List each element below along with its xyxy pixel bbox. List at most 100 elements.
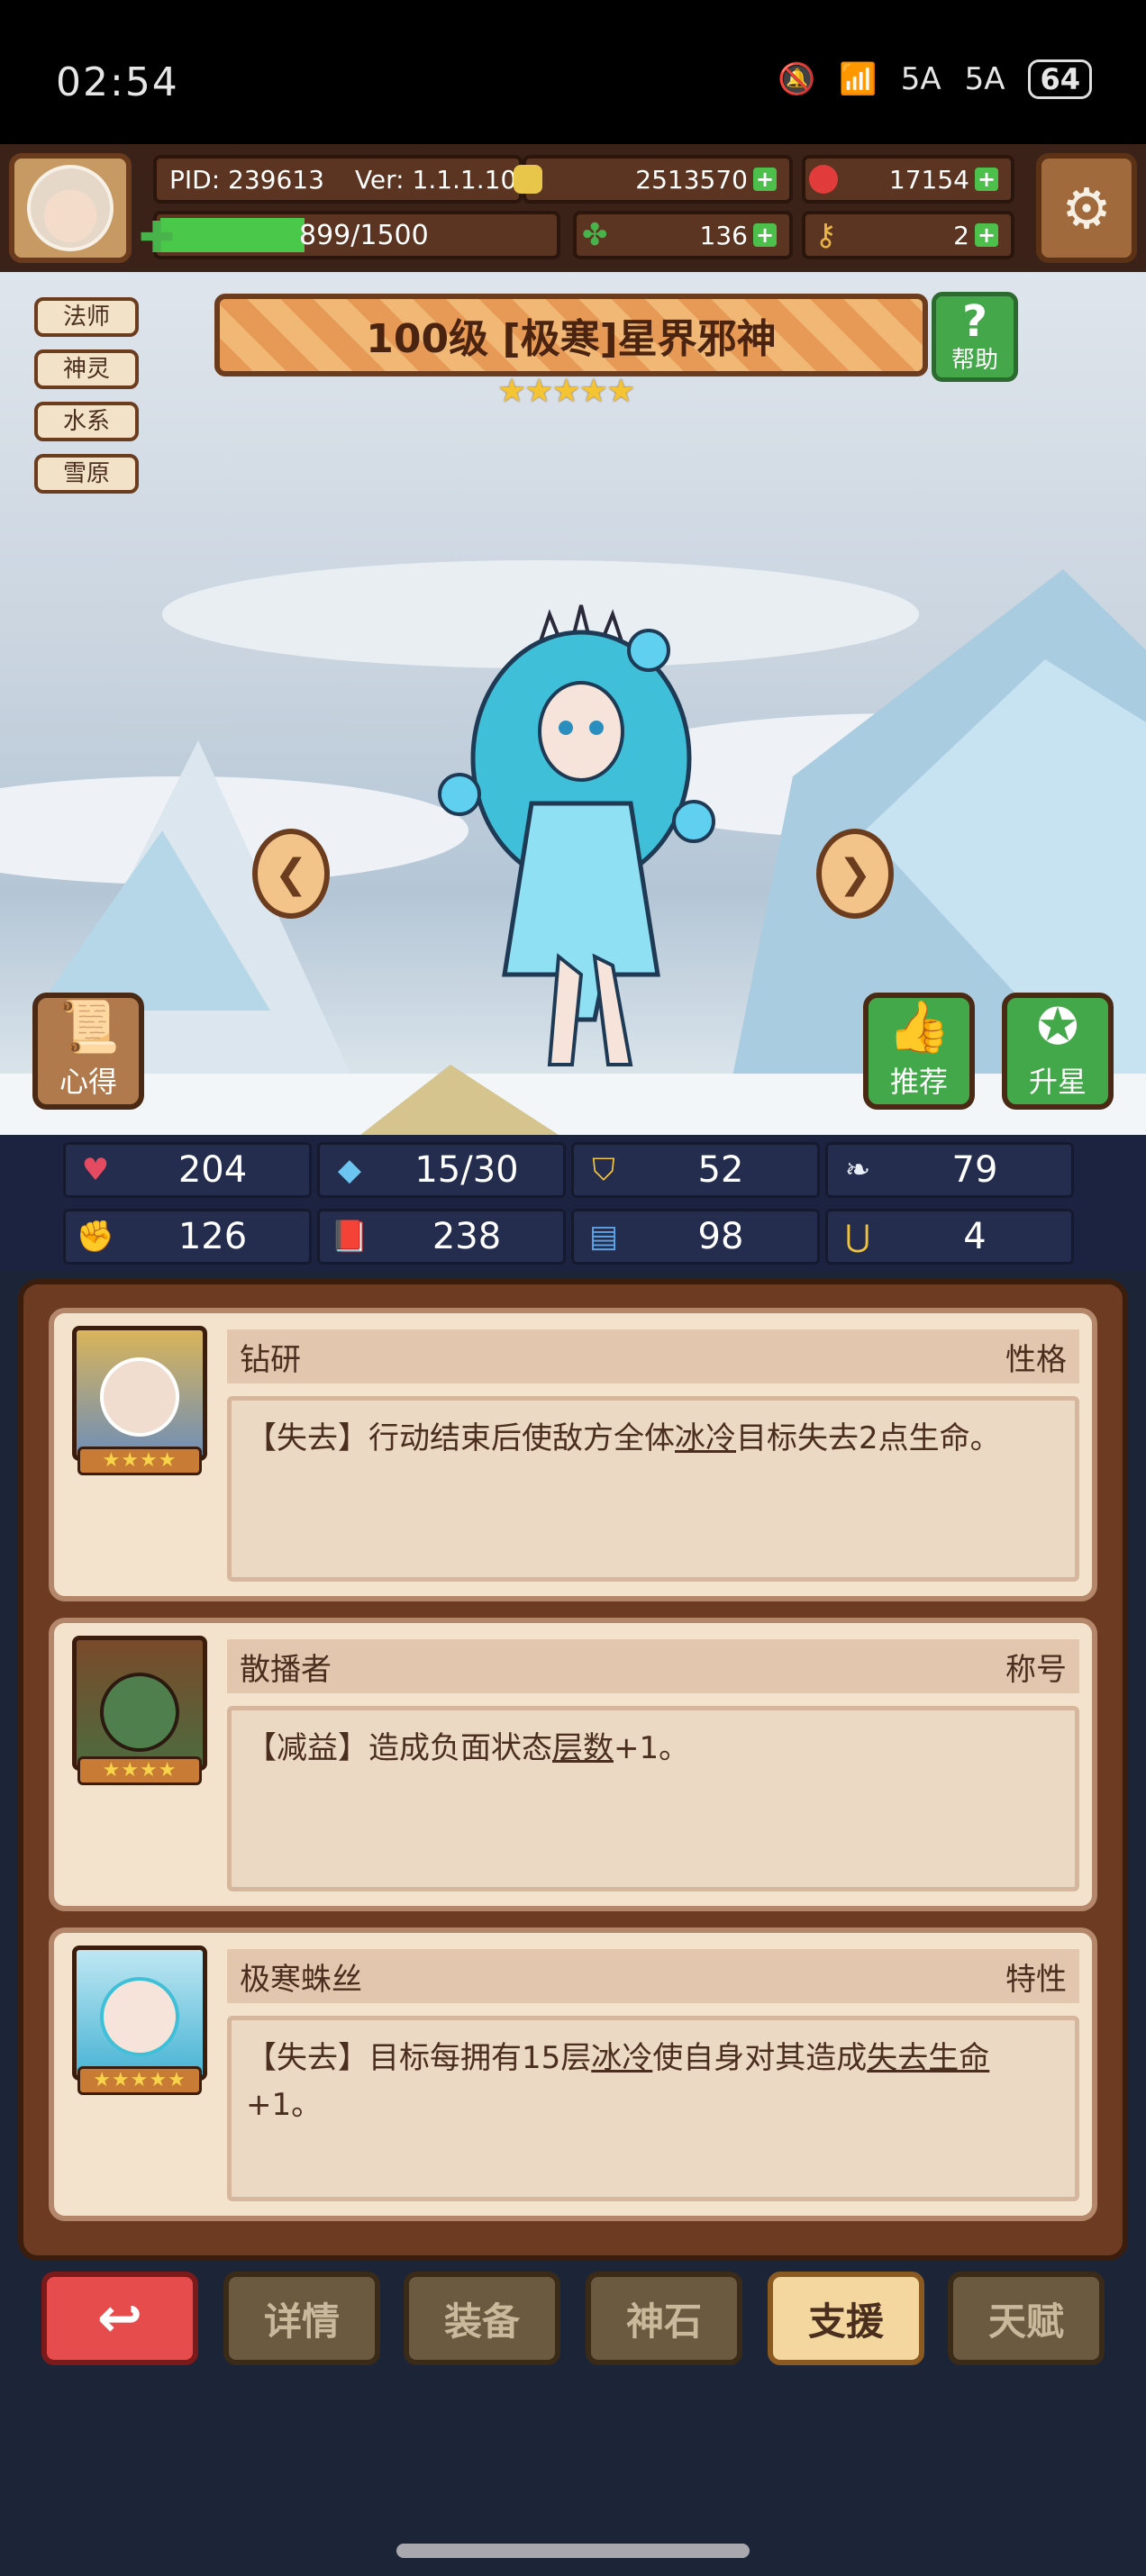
card-header: 散播者 称号 (227, 1639, 1079, 1693)
defense-value: 52 (697, 1149, 744, 1191)
keyword-chill[interactable]: 冰冷 (675, 1420, 736, 1456)
keyword-stacks[interactable]: 层数 (552, 1730, 614, 1766)
signal-1: 5A (900, 61, 941, 97)
support-description: 【失去】目标每拥有15层冰冷使自身对其造成失去生命 +1。 (227, 2016, 1079, 2201)
desc-text: +1。 (614, 1730, 690, 1766)
portrait-stars: ★★★★ (77, 1756, 202, 1785)
clover-icon: ✤ (582, 217, 608, 253)
support-portrait (72, 1636, 207, 1771)
key-icon: ⚷ (814, 217, 837, 253)
keyword-life-loss[interactable]: 失去生命 (867, 2040, 989, 2076)
book-icon: 📕 (330, 1219, 369, 1255)
next-hero-button[interactable]: ❯ (816, 829, 894, 919)
stat-resist: ▤ 98 (571, 1209, 820, 1265)
support-card[interactable]: ★★★★ 散播者 称号 【减益】造成负面状态层数+1。 (49, 1618, 1097, 1911)
recommend-button[interactable]: 👍 推荐 (863, 993, 975, 1110)
mute-icon: 🔕 (778, 61, 816, 97)
support-type: 性格 (1005, 1341, 1067, 1378)
tag-snowfield: 雪原 (34, 454, 139, 494)
heart-icon: ♥ (81, 1152, 110, 1188)
scroll-icon: ▤ (588, 1219, 619, 1255)
speed-value: 79 (951, 1149, 998, 1191)
support-type: 称号 (1005, 1651, 1067, 1688)
home-indicator[interactable] (396, 2544, 750, 2558)
stat-attack: ✊ 126 (63, 1209, 312, 1265)
tab-god-stone[interactable]: 神石 (586, 2272, 742, 2365)
hero-sprite (438, 604, 715, 1066)
gem-row: 17154 + (802, 155, 1014, 204)
desc-text: 使自身对其造成 (652, 2040, 868, 2076)
key-value: 2 (953, 220, 969, 250)
energy-bar: ✚ 899/1500 (139, 211, 560, 263)
support-name: 散播者 (240, 1651, 332, 1688)
magnet-icon: ⋃ (845, 1219, 870, 1255)
tab-support[interactable]: 支援 (768, 2272, 924, 2365)
tag-water: 水系 (34, 402, 139, 441)
support-portrait (72, 1946, 207, 2081)
add-clover-button[interactable]: + (753, 223, 777, 247)
stat-speed: ❧ 79 (825, 1142, 1074, 1198)
desc-text: +1。 (246, 2087, 323, 2123)
status-time: 02:54 (56, 59, 179, 105)
pid-text: PID: 239613 (169, 164, 324, 195)
portrait-stars: ★★★★★ (77, 2066, 202, 2095)
desc-text: 【失去】目标每拥有15层 (246, 2040, 592, 2076)
card-header: 钻研 性格 (227, 1329, 1079, 1383)
wifi-icon: 📶 (839, 61, 878, 97)
support-card[interactable]: ★★★★★ 极寒蛛丝 特性 【失去】目标每拥有15层冰冷使自身对其造成失去生命 +… (49, 1927, 1097, 2221)
star-icon: ✪ (1036, 998, 1079, 1057)
magnet-value: 4 (963, 1216, 987, 1257)
help-button[interactable]: ? 帮助 (932, 292, 1018, 382)
add-gem-button[interactable]: + (975, 168, 998, 191)
clover-value: 136 (699, 220, 748, 250)
help-label: 帮助 (950, 347, 998, 374)
tab-equipment[interactable]: 装备 (404, 2272, 560, 2365)
back-button[interactable]: ↩ (41, 2272, 198, 2365)
gem-icon (809, 165, 838, 194)
hp-value: 204 (177, 1149, 248, 1191)
support-name: 极寒蛛丝 (240, 1961, 362, 1998)
desc-text: 目标失去2点生命。 (736, 1420, 1001, 1456)
add-gold-button[interactable]: + (753, 168, 777, 191)
settings-gear-icon[interactable]: ⚙ (1036, 153, 1137, 263)
support-portrait (72, 1326, 207, 1461)
support-description: 【减益】造成负面状态层数+1。 (227, 1706, 1079, 1891)
notes-label: 心得 (59, 1065, 117, 1099)
energy-fill (160, 218, 305, 252)
magic-value: 238 (432, 1216, 502, 1257)
energy-icon: ✚ (139, 213, 176, 263)
player-avatar[interactable] (9, 153, 132, 263)
resist-value: 98 (697, 1216, 744, 1257)
support-name: 钻研 (240, 1341, 301, 1378)
mana-value: 15/30 (414, 1149, 519, 1191)
tab-talent[interactable]: 天赋 (948, 2272, 1105, 2365)
attack-value: 126 (177, 1216, 248, 1257)
support-type: 特性 (1005, 1961, 1067, 1998)
support-panel: ★★★★ 钻研 性格 【失去】行动结束后使敌方全体冰冷目标失去2点生命。 ★★★… (18, 1279, 1128, 2261)
support-description: 【失去】行动结束后使敌方全体冰冷目标失去2点生命。 (227, 1396, 1079, 1582)
gold-coin-icon (514, 165, 542, 194)
add-key-button[interactable]: + (975, 223, 998, 247)
status-icons: 🔕 📶 5A 5A 64 (778, 59, 1092, 99)
thumbs-up-icon: 👍 (887, 998, 950, 1057)
notes-icon: 📜 (57, 998, 120, 1057)
tab-details[interactable]: 详情 (223, 2272, 380, 2365)
status-bar: 02:54 🔕 📶 5A 5A 64 (0, 0, 1146, 144)
hero-stars: ★★★★★ (497, 373, 635, 410)
portrait-stars: ★★★★ (77, 1447, 202, 1475)
stat-mana: ◆ 15/30 (317, 1142, 566, 1198)
stat-magnet: ⋃ 4 (825, 1209, 1074, 1265)
prev-hero-button[interactable]: ❮ (252, 829, 330, 919)
support-card[interactable]: ★★★★ 钻研 性格 【失去】行动结束后使敌方全体冰冷目标失去2点生命。 (49, 1308, 1097, 1601)
energy-text: 899/1500 (299, 219, 429, 251)
stats-panel: ♥ 204 ◆ 15/30 ⛉ 52 ❧ 79 ✊ 126 📕 238 ▤ 98… (0, 1137, 1146, 1272)
keyword-chill[interactable]: 冰冷 (591, 2040, 652, 2076)
version-text: Ver: 1.1.1.10 (354, 164, 517, 195)
battery-icon: 64 (1028, 59, 1092, 99)
clover-row: ✤ 136 + (573, 211, 793, 259)
stat-magic: 📕 238 (317, 1209, 566, 1265)
star-up-button[interactable]: ✪ 升星 (1002, 993, 1114, 1110)
notes-button[interactable]: 📜 心得 (32, 993, 144, 1110)
gold-row: 2513570 + (514, 155, 793, 204)
hero-title: 100级 [极寒]星界邪神 (214, 294, 928, 376)
